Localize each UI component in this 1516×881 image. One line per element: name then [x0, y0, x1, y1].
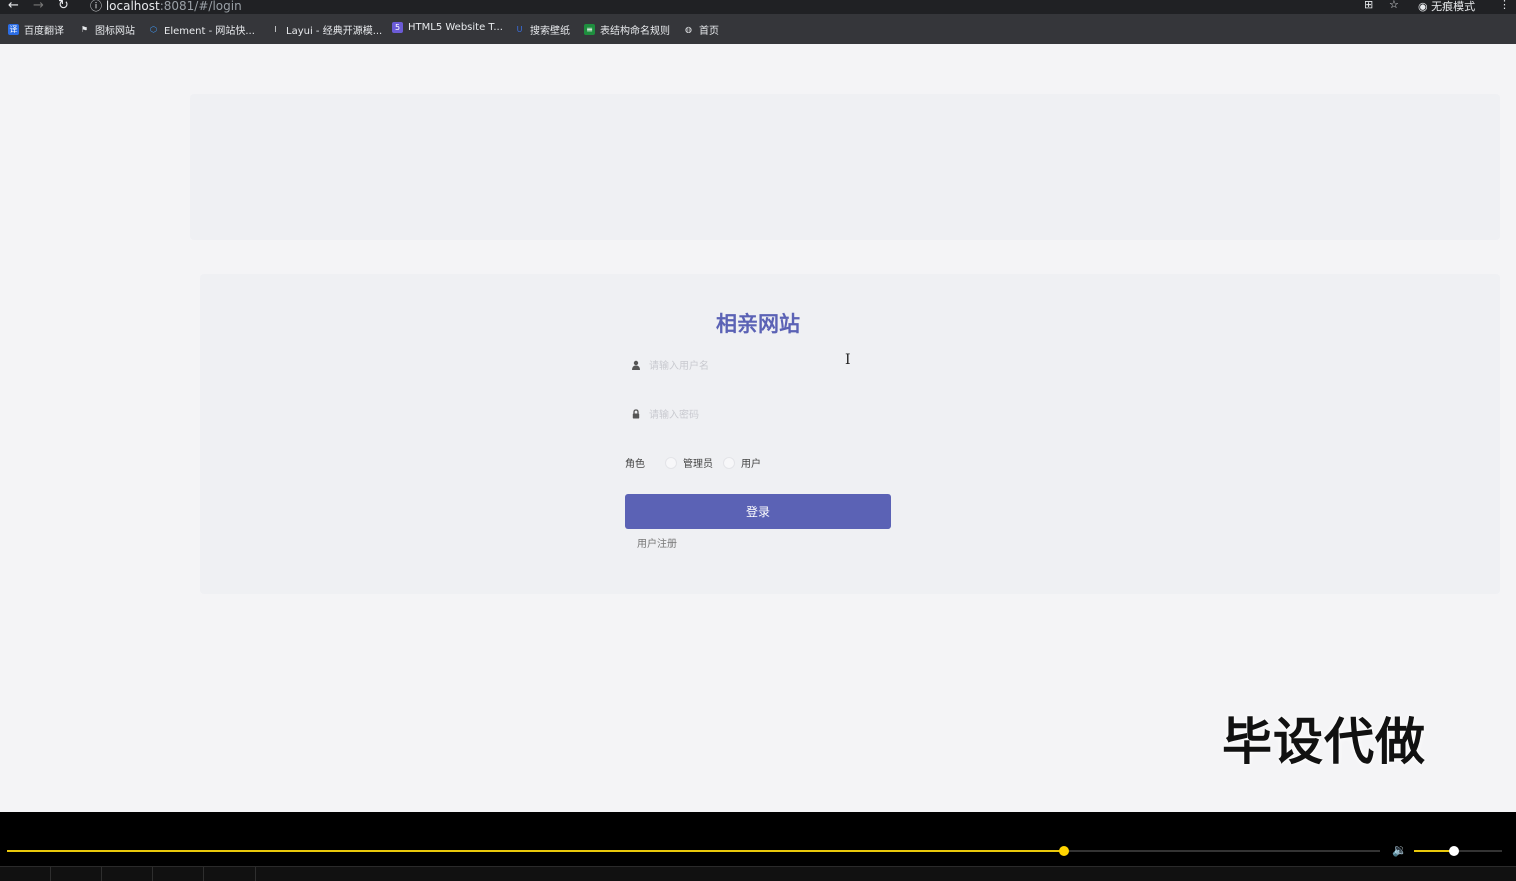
forward-icon[interactable]: →	[33, 0, 44, 13]
bookmark-label: HTML5 Website T...	[408, 22, 503, 33]
login-button[interactable]: 登录	[625, 494, 891, 529]
lock-icon	[632, 409, 640, 419]
back-icon[interactable]: ←	[8, 0, 19, 13]
volume-slider[interactable]	[1414, 846, 1502, 856]
username-field[interactable]	[625, 351, 891, 381]
register-link[interactable]: 用户注册	[637, 535, 677, 550]
login-page: 相亲网站 角色 管理员 用户 登录 用户注册 I 毕设代做	[0, 44, 1516, 812]
translate-icon: 译	[8, 24, 19, 35]
bookmark-label: 图标网站	[95, 26, 135, 37]
bookmark-item[interactable]: ◍ 首页	[683, 22, 719, 37]
taskbar-item[interactable]	[0, 867, 51, 881]
url-path: :8081/#/login	[159, 0, 242, 13]
reload-icon[interactable]: ↻	[58, 0, 69, 13]
bookmark-item[interactable]: 译 百度翻译	[8, 22, 64, 37]
taskbar-item[interactable]	[203, 867, 256, 881]
bookmark-label: 百度翻译	[24, 26, 64, 37]
bookmark-item[interactable]: ⬡ Element - 网站快...	[148, 22, 255, 37]
bookmark-item[interactable]: U 搜索壁纸	[514, 22, 570, 37]
taskbar	[0, 866, 1516, 881]
bookmark-label: 首页	[699, 26, 719, 37]
faded-background-panel	[190, 94, 1500, 240]
browser-toolbar: ← → ↻ ⓘ localhost:8081/#/login ⊞ ☆ ◉ 无痕模…	[0, 0, 1516, 14]
url-host: localhost	[105, 0, 160, 13]
html5-icon: 5	[392, 22, 403, 33]
element-icon: ⬡	[150, 25, 157, 34]
wallpaper-icon: U	[516, 25, 523, 34]
globe-icon: ◍	[685, 25, 692, 34]
bookmark-item[interactable]: 5 HTML5 Website T...	[392, 22, 503, 33]
role-label: 角色	[625, 459, 645, 470]
watermark-text: 毕设代做	[1222, 713, 1426, 771]
seek-bar[interactable]	[7, 846, 1380, 856]
taskbar-item[interactable]	[50, 867, 102, 881]
taskbar-item[interactable]	[152, 867, 204, 881]
layui-icon: l	[274, 25, 277, 34]
role-selector: 角色 管理员 用户	[625, 455, 761, 470]
bookmark-item[interactable]: ≡ 表结构命名规则	[584, 22, 670, 37]
incognito-icon: ◉	[1418, 0, 1428, 13]
volume-icon[interactable]: 🔉	[1392, 843, 1407, 857]
incognito-badge[interactable]: ◉ 无痕模式	[1418, 0, 1475, 14]
seek-thumb[interactable]	[1059, 846, 1070, 856]
translate-page-icon[interactable]: ⊞	[1364, 0, 1373, 11]
user-icon	[632, 360, 640, 370]
bookmark-label: Element - 网站快...	[164, 26, 255, 37]
bookmark-label: 搜索壁纸	[530, 26, 570, 37]
role-radio-admin[interactable]	[665, 456, 677, 469]
video-player-controls: 🔉	[0, 812, 1516, 881]
role-radio-user[interactable]	[723, 456, 735, 469]
seek-progress	[7, 850, 1065, 852]
page-title: 相亲网站	[716, 312, 800, 336]
sheet-icon: ≡	[584, 24, 595, 35]
bookmark-label: Layui - 经典开源模...	[286, 26, 383, 37]
taskbar-item[interactable]	[101, 867, 153, 881]
bookmark-label: 表结构命名规则	[600, 26, 670, 37]
role-option-label[interactable]: 管理员	[683, 455, 713, 470]
volume-level	[1414, 850, 1454, 852]
star-icon[interactable]: ☆	[1389, 0, 1399, 11]
role-option-label[interactable]: 用户	[741, 455, 761, 470]
bookmark-item[interactable]: l Layui - 经典开源模...	[270, 22, 382, 37]
menu-kebab-icon[interactable]: ⋮	[1499, 0, 1510, 11]
address-bar[interactable]: ⓘ localhost:8081/#/login	[90, 0, 242, 14]
password-input[interactable]	[647, 404, 881, 426]
incognito-label: 无痕模式	[1431, 0, 1476, 13]
volume-thumb[interactable]	[1448, 846, 1459, 856]
text-cursor-icon: I	[845, 352, 851, 368]
flag-icon: ⚑	[80, 25, 89, 34]
bookmark-item[interactable]: ⚑ 图标网站	[79, 22, 135, 37]
password-field[interactable]	[625, 400, 891, 430]
info-icon: ⓘ	[90, 0, 103, 13]
bookmarks-bar: 译 百度翻译 ⚑ 图标网站 ⬡ Element - 网站快... l Layui…	[0, 14, 1516, 44]
